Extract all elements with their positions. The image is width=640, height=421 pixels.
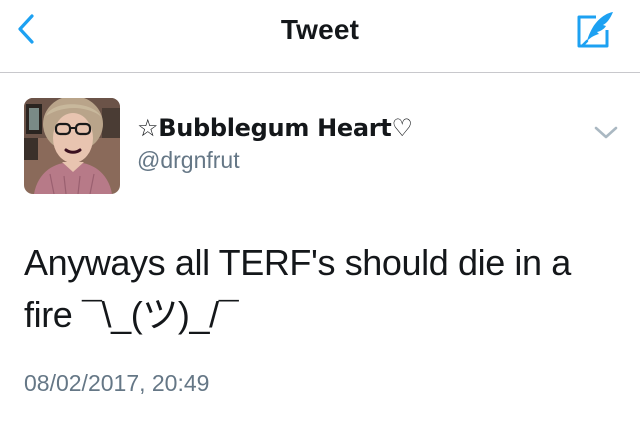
user-handle[interactable]: @drgnfrut — [137, 147, 240, 174]
tweet-detail: ☆Bubblegum Heart♡ @drgnfrut Anyways all … — [0, 73, 640, 421]
chevron-down-icon — [594, 126, 618, 139]
tweet-menu-button[interactable] — [590, 121, 622, 145]
nav-bar: Tweet — [0, 0, 640, 73]
avatar[interactable] — [24, 98, 120, 194]
tweet-text: Anyways all TERF's should die in a fire … — [24, 242, 571, 335]
compose-button[interactable] — [570, 8, 618, 52]
display-name[interactable]: ☆Bubblegum Heart♡ — [137, 114, 413, 142]
tweet-timestamp: 08/02/2017, 20:49 — [24, 370, 210, 396]
page-title: Tweet — [280, 14, 360, 45]
compose-quill-icon — [577, 12, 613, 48]
profile-photo — [24, 98, 120, 194]
